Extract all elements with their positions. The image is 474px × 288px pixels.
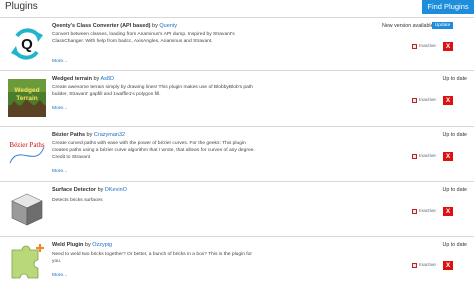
- icon-text-line: Terrain: [16, 94, 38, 102]
- inactive-checkbox[interactable]: [412, 263, 417, 268]
- inactive-checkbox[interactable]: [412, 154, 417, 159]
- plugin-name-line: Surface Detector by DKevinO: [52, 187, 127, 193]
- remove-button[interactable]: X: [443, 42, 453, 51]
- plugin-status: Up to date: [442, 132, 467, 138]
- plugin-description: Convert between classes, loading from An…: [52, 32, 235, 44]
- icon-text-line: Wedged: [14, 87, 40, 94]
- plugin-name-line: Qeenty's Class Converter (API based) by …: [52, 23, 177, 29]
- brick-cube-icon: [11, 193, 43, 226]
- plugin-description: Create curved paths with ease with the p…: [52, 141, 255, 160]
- plugin-name: Qeenty's Class Converter (API based): [52, 23, 151, 29]
- remove-button[interactable]: X: [443, 152, 453, 161]
- plugin-row: Bézier Paths Bézier Paths by Crazyman32 …: [0, 126, 474, 181]
- inactive-label: Inactive: [419, 263, 436, 268]
- plugin-author-link[interactable]: DKevinO: [105, 187, 127, 193]
- plugin-author-link[interactable]: Ozzypig: [92, 242, 112, 248]
- plugin-description: Create awesome terrain simply by drawing…: [52, 85, 253, 97]
- inactive-label: Inactive: [419, 98, 436, 103]
- plugin-name: Bézier Paths: [52, 132, 86, 138]
- more-link[interactable]: More...: [52, 106, 67, 111]
- plugin-row: Weld Plugin by Ozzypig Need to weld two …: [0, 236, 474, 288]
- plugin-row: Q Qeenty's Class Converter (API based) b…: [0, 17, 474, 70]
- find-plugins-button[interactable]: Find Plugins: [422, 0, 474, 14]
- by-label: by: [86, 132, 93, 138]
- plugin-status: Up to date: [442, 76, 467, 82]
- more-link[interactable]: More...: [52, 273, 67, 278]
- bezier-curve-icon: [9, 146, 45, 164]
- header-bar: Plugins Find Plugins: [0, 0, 474, 16]
- inactive-label: Inactive: [419, 209, 436, 214]
- plugin-status: New version available: [382, 23, 434, 29]
- plugin-row: Surface Detector by DKevinO Detects bric…: [0, 181, 474, 236]
- by-label: by: [152, 23, 158, 29]
- plugin-row: Wedged Terrain Wedged terrain by As8D Cr…: [0, 70, 474, 126]
- plugin-status: Up to date: [442, 242, 467, 248]
- more-link[interactable]: More...: [52, 59, 67, 64]
- plugin-name-line: Weld Plugin by Ozzypig: [52, 242, 112, 248]
- wedged-terrain-icon-text: Wedged Terrain: [8, 87, 46, 102]
- page-title: Plugins: [5, 1, 38, 12]
- by-label: by: [93, 76, 100, 82]
- plugin-name: Surface Detector: [52, 187, 97, 193]
- plugin-name-line: Bézier Paths by Crazyman32: [52, 132, 125, 138]
- plugin-author-link[interactable]: Crazyman32: [94, 132, 125, 138]
- remove-button[interactable]: X: [443, 207, 453, 216]
- plugin-description: Detects bricks surfaces: [52, 198, 103, 203]
- plugin-name-line: Wedged terrain by As8D: [52, 76, 114, 82]
- inactive-checkbox[interactable]: [412, 98, 417, 103]
- by-label: by: [84, 242, 91, 248]
- remove-button[interactable]: X: [443, 261, 453, 270]
- inactive-label: Inactive: [419, 154, 436, 159]
- inactive-checkbox[interactable]: [412, 209, 417, 214]
- more-link[interactable]: More...: [52, 169, 67, 174]
- plugin-author-link[interactable]: Quenty: [159, 23, 177, 29]
- plugin-status: Up to date: [442, 187, 467, 193]
- puzzle-piece-icon: [11, 244, 44, 279]
- by-label: by: [97, 187, 104, 193]
- remove-button[interactable]: X: [443, 96, 453, 105]
- bezier-icon-text: Bézier Paths: [9, 141, 45, 149]
- inactive-checkbox[interactable]: [412, 44, 417, 49]
- plugin-name: Weld Plugin: [52, 242, 84, 248]
- svg-text:Q: Q: [21, 36, 33, 53]
- sync-q-icon: Q: [11, 28, 43, 60]
- plugin-name: Wedged terrain: [52, 76, 92, 82]
- update-button[interactable]: Update: [432, 22, 453, 29]
- plugin-author-link[interactable]: As8D: [101, 76, 114, 82]
- plugin-description: Need to weld two bricks together? Or bet…: [52, 252, 252, 264]
- inactive-label: Inactive: [419, 44, 436, 49]
